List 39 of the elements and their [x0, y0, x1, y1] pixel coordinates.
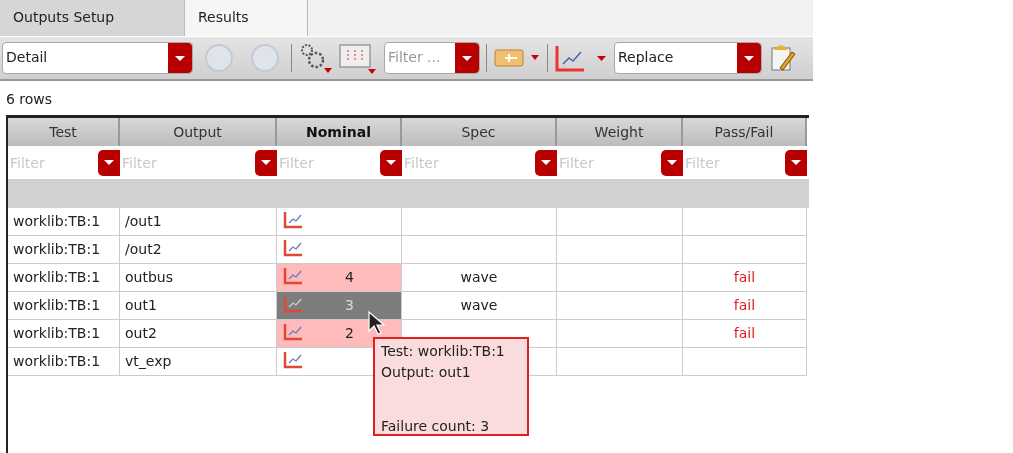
plot-icon[interactable] [283, 323, 303, 341]
plot-icon[interactable] [283, 351, 303, 369]
table-cell: fail [683, 320, 807, 348]
nominal-cell[interactable] [277, 208, 402, 236]
column-header[interactable]: Test [8, 118, 120, 146]
view-dropdown[interactable]: Detail [2, 42, 193, 74]
tooltip-line: Failure count: 3 [381, 417, 491, 436]
plot-icon[interactable] [283, 267, 303, 285]
columns-icon[interactable] [338, 42, 378, 74]
mouse-cursor-icon [367, 310, 387, 336]
table-cell: worklib:TB:1 [8, 264, 120, 292]
plot-icon[interactable] [283, 295, 303, 313]
plot-icon[interactable] [554, 44, 608, 72]
table-cell: /out1 [120, 208, 277, 236]
table-cell: worklib:TB:1 [8, 320, 120, 348]
table-cell: fail [683, 264, 807, 292]
table-cell: worklib:TB:1 [8, 348, 120, 376]
table-cell: worklib:TB:1 [8, 292, 120, 320]
tooltip-line: Output: out1 [381, 363, 472, 382]
table-cell: vt_exp [120, 348, 277, 376]
row-count: 6 rows [5, 90, 54, 109]
column-header[interactable]: Output [120, 118, 277, 146]
column-header[interactable]: Pass/Fail [683, 118, 807, 146]
table-cell: wave [402, 264, 557, 292]
tab[interactable]: Outputs Setup [0, 0, 185, 36]
table-cell: /out2 [120, 236, 277, 264]
column-header[interactable]: Spec [402, 118, 557, 146]
table-cell: worklib:TB:1 [8, 208, 120, 236]
table-cell: worklib:TB:1 [8, 236, 120, 264]
table-cell: fail [683, 292, 807, 320]
plot-icon[interactable] [283, 211, 303, 229]
nominal-cell[interactable]: 4 [277, 264, 402, 292]
tab[interactable]: Results [185, 0, 308, 36]
plot-icon[interactable] [283, 239, 303, 257]
settings-icon[interactable] [298, 42, 332, 74]
plot-mode-dropdown[interactable]: Replace [614, 42, 762, 74]
column-header[interactable]: Weight [557, 118, 683, 146]
column-header[interactable]: Nominal [277, 118, 402, 146]
table-cell: wave [402, 292, 557, 320]
